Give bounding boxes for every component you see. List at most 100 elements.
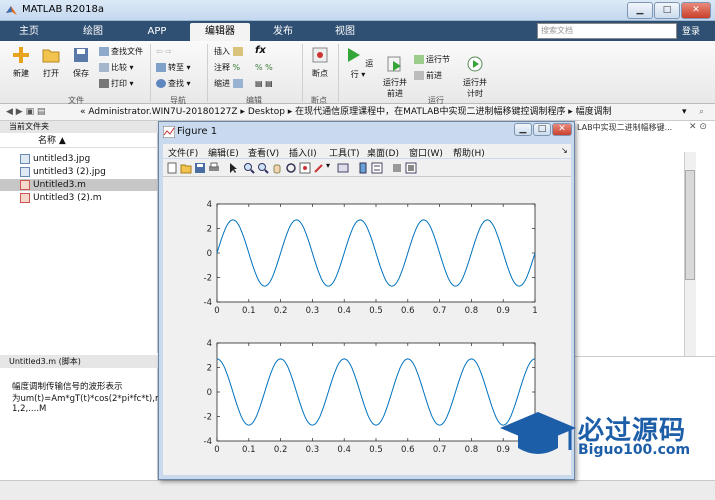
status-bar xyxy=(0,480,715,500)
menu-tools[interactable]: 工具(T) xyxy=(329,146,360,159)
window-title: MATLAB R2018a xyxy=(22,4,105,15)
menu-help[interactable]: 帮助(H) xyxy=(453,146,485,159)
search-docs-input[interactable]: 搜索文档 xyxy=(537,23,677,39)
close-button[interactable]: ✕ xyxy=(681,2,711,19)
compare-label: 比较 xyxy=(111,63,127,72)
find-files-button[interactable]: 查找文件 xyxy=(99,46,143,57)
comment-button[interactable]: 注释 % xyxy=(214,62,240,73)
x-tick-label: 0.1 xyxy=(242,306,256,316)
advance-button[interactable]: 前进 xyxy=(414,70,442,81)
zoom-in-icon[interactable] xyxy=(243,162,255,174)
data-cursor-icon[interactable] xyxy=(299,162,311,174)
find-files-icon xyxy=(99,47,109,56)
fx-button[interactable]: fx xyxy=(255,45,266,56)
menu-window[interactable]: 窗口(W) xyxy=(409,146,443,159)
scrollbar-thumb[interactable] xyxy=(685,170,695,280)
open-button[interactable]: 打开 xyxy=(36,46,66,79)
list-item[interactable]: untitled3.jpg xyxy=(20,153,158,165)
file-name: Untitled3.m xyxy=(33,180,86,190)
breakpoint-button[interactable]: 断点 xyxy=(306,46,334,79)
tab-view[interactable]: 视图 xyxy=(316,23,374,41)
run-and-time-button[interactable]: 运行并 计时 xyxy=(458,46,492,99)
figure-maximize-button[interactable]: □ xyxy=(533,123,551,136)
watermark-url: Biguo100.com xyxy=(578,442,691,458)
search-folder-icon[interactable]: ⌕ xyxy=(699,104,704,120)
open-file-icon[interactable] xyxy=(180,162,192,174)
tab-publish[interactable]: 发布 xyxy=(254,23,312,41)
new-button[interactable]: 新建 xyxy=(6,46,36,79)
x-tick-label: 0.3 xyxy=(306,306,320,316)
tab-apps[interactable]: APP xyxy=(128,23,186,41)
rotate-3d-icon[interactable] xyxy=(285,162,297,174)
name-column-header[interactable]: 名称 ▲ xyxy=(0,135,158,148)
goto-label: 转至 xyxy=(168,63,184,72)
insert-icon xyxy=(232,47,243,56)
address-path[interactable]: « Administrator.WIN7U-20180127Z ▸ Deskto… xyxy=(80,104,612,120)
x-tick-label: 0.2 xyxy=(274,445,288,455)
menu-file[interactable]: 文件(F) xyxy=(168,146,198,159)
search-icon xyxy=(156,79,166,88)
file-name: untitled3 (2).jpg xyxy=(33,167,106,177)
x-tick-label: 0.6 xyxy=(401,306,415,316)
x-tick-label: 0 xyxy=(214,306,219,316)
save-figure-icon[interactable] xyxy=(194,162,206,174)
find-button[interactable]: 查找 ▾ xyxy=(156,78,191,89)
x-tick-label: 0.7 xyxy=(433,306,447,316)
menu-insert[interactable]: 插入(I) xyxy=(289,146,317,159)
current-folder-address-bar[interactable]: ◀ ▶ ▣ ▤ « Administrator.WIN7U-20180127Z … xyxy=(0,104,715,121)
tab-plots[interactable]: 绘图 xyxy=(64,23,122,41)
link-plot-icon[interactable] xyxy=(337,162,349,174)
figure-minimize-button[interactable]: ▁ xyxy=(514,123,532,136)
list-item[interactable]: untitled3 (2).jpg xyxy=(20,166,158,178)
indent-button[interactable]: 缩进 xyxy=(214,78,245,89)
run-button[interactable]: 运行 ▾ xyxy=(342,46,374,80)
minimize-button[interactable]: ▁ xyxy=(627,2,653,19)
x-tick-label: 0.5 xyxy=(369,445,383,455)
print-button[interactable]: 打印 ▾ xyxy=(99,78,134,89)
nav-back-forward[interactable]: ⇦ ⇨ xyxy=(156,46,172,57)
editor-ribbon: 新建 打开 保存 查找文件 比较 ▾ 打印 ▾ 文件 ⇦ ⇨ 转至 ▾ 查找 ▾… xyxy=(0,41,715,105)
compare-button[interactable]: 比较 ▾ xyxy=(99,62,134,73)
menubar-dock-icon[interactable]: ↘ xyxy=(561,146,568,155)
pan-hand-icon[interactable] xyxy=(271,162,283,174)
tab-home[interactable]: 主页 xyxy=(6,23,52,41)
run-advance-button[interactable]: 运行并 前进 xyxy=(378,46,412,99)
colorbar-icon[interactable] xyxy=(357,162,369,174)
menu-edit[interactable]: 编辑(E) xyxy=(208,146,239,159)
brush-icon[interactable] xyxy=(313,162,325,174)
folder-icon xyxy=(42,49,60,63)
hide-plot-tools-icon[interactable] xyxy=(391,162,403,174)
figure-close-button[interactable]: ✕ xyxy=(552,123,572,136)
ribbon-separator xyxy=(338,44,339,102)
editor-path: LAB中实现二进制幅移键... xyxy=(577,123,673,132)
comment-label: 注释 xyxy=(214,63,230,72)
goto-button[interactable]: 转至 ▾ xyxy=(156,62,191,73)
printer-icon xyxy=(99,79,109,88)
maximize-button[interactable]: □ xyxy=(654,2,680,19)
tab-editor[interactable]: 编辑器 xyxy=(190,23,250,41)
indent-icon xyxy=(232,79,243,88)
brush-dropdown-icon[interactable]: ▾ xyxy=(326,161,330,170)
print-figure-icon[interactable] xyxy=(208,162,220,174)
panel-close-icon[interactable]: ✕ ⊙ xyxy=(689,122,707,132)
address-dropdown-icon[interactable]: ▾ xyxy=(682,104,687,120)
run-section-button[interactable]: 运行节 xyxy=(414,54,450,65)
menu-view[interactable]: 查看(V) xyxy=(248,146,279,159)
legend-icon[interactable] xyxy=(371,162,383,174)
insert-button[interactable]: 插入 xyxy=(214,46,245,57)
list-item[interactable]: Untitled3 (2).m xyxy=(20,192,158,204)
comment-toggle-icon[interactable]: % % xyxy=(255,62,273,73)
x-tick-label: 0.8 xyxy=(465,306,479,316)
save-button[interactable]: 保存 xyxy=(66,46,96,79)
new-figure-icon[interactable] xyxy=(166,162,178,174)
edit-plot-arrow-icon[interactable] xyxy=(227,162,239,174)
menu-desktop[interactable]: 桌面(D) xyxy=(367,146,399,159)
indent-toggle-icon[interactable]: ▤ ▤ xyxy=(255,78,273,89)
y-tick-label: -2 xyxy=(204,274,212,284)
nav-arrows-icon[interactable]: ◀ ▶ ▣ ▤ xyxy=(6,104,45,120)
show-plot-tools-icon[interactable] xyxy=(405,162,417,174)
run-advance-icon xyxy=(387,56,401,72)
list-item-selected[interactable]: Untitled3.m xyxy=(0,179,158,191)
zoom-out-icon[interactable] xyxy=(257,162,269,174)
login-button[interactable]: 登录 xyxy=(682,24,700,37)
